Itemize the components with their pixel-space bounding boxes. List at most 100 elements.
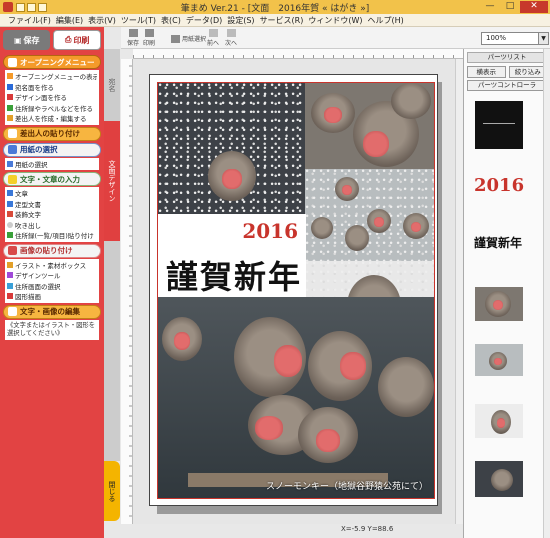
image-item-design-tool[interactable]: デザインツール xyxy=(7,270,97,281)
menu-window[interactable]: ウィンドウ(W) xyxy=(308,15,362,26)
thumb-greeting[interactable]: 謹賀新年 xyxy=(474,234,522,251)
paper-icon xyxy=(7,160,13,167)
caption-text[interactable]: スノーモンキー（地獄谷野猿公苑にて） xyxy=(266,479,428,492)
screen-icon xyxy=(7,282,13,289)
text-item-decorative[interactable]: 装飾文字 xyxy=(7,209,97,220)
paper-select-header[interactable]: 用紙の選択 xyxy=(3,142,101,157)
paper-icon xyxy=(171,34,180,43)
sender-paste-button[interactable]: 差出人の貼り付け xyxy=(3,126,101,141)
maximize-button[interactable]: □ xyxy=(500,1,520,13)
thumb-photo-branch[interactable] xyxy=(475,404,523,438)
thumb-photo-group[interactable] xyxy=(475,287,523,321)
tab-address[interactable]: 宛名 xyxy=(104,49,120,121)
text-item-sentence[interactable]: 文章 xyxy=(7,188,97,199)
quick-tool-icon[interactable] xyxy=(38,2,47,12)
opening-item-addressbook[interactable]: 住所録やラベルなどを作る xyxy=(7,103,97,114)
addressbook-icon xyxy=(7,104,13,111)
photo-monkey-group[interactable] xyxy=(305,83,434,169)
greeting-text-block[interactable]: 2016 謹賀新年 xyxy=(158,214,306,297)
toolbar: 保存 印刷 用紙選択 前へ 次へ 100% ▼ xyxy=(121,27,550,49)
text-icon xyxy=(8,174,17,184)
menu-data[interactable]: データ(D) xyxy=(186,15,222,26)
paper-select-button[interactable]: 用紙選択 xyxy=(171,32,206,45)
quick-tool-icon[interactable] xyxy=(16,2,25,12)
image-item-illust[interactable]: イラスト・素材ボックス xyxy=(7,260,97,271)
next-icon xyxy=(226,29,236,37)
prev-icon xyxy=(208,29,218,37)
show-all-button[interactable]: 横表示 xyxy=(467,66,506,78)
balloon-icon xyxy=(7,221,13,228)
illust-icon xyxy=(7,261,13,268)
menu-view[interactable]: 表示(V) xyxy=(88,15,116,26)
quick-tool-icon[interactable] xyxy=(27,2,36,12)
addressbook-icon xyxy=(7,232,13,239)
quick-access-toolbar xyxy=(16,2,47,12)
image-paste-header[interactable]: 画像の貼り付け xyxy=(3,243,101,258)
menu-file[interactable]: ファイル(F) xyxy=(8,15,51,26)
opening-item-address[interactable]: 宛名面を作る xyxy=(7,82,97,93)
opening-item-show[interactable]: オープニングメニューの表示 xyxy=(7,71,97,82)
parts-controller-button[interactable]: パーツコントローラ xyxy=(467,80,547,91)
edit-icon xyxy=(8,307,17,316)
menu-settings[interactable]: 設定(S) xyxy=(227,15,254,26)
paper-select-item[interactable]: 用紙の選択 xyxy=(7,159,97,170)
thumb-black-text[interactable] xyxy=(475,101,523,149)
minimize-button[interactable]: — xyxy=(480,1,500,13)
address-icon xyxy=(7,83,13,90)
photo-monkey-bath[interactable] xyxy=(305,169,434,261)
paper-icon xyxy=(8,145,17,154)
menu-edit[interactable]: 編集(E) xyxy=(56,15,83,26)
edit-note: 《文字またはイラスト・図形を選択してください》 xyxy=(5,319,99,340)
thumb-photo-hotspring[interactable] xyxy=(475,461,523,497)
tab-design[interactable]: 文面デザイン xyxy=(104,121,120,241)
parts-list-scrollbar[interactable] xyxy=(543,49,550,538)
opening-item-sender[interactable]: 差出人を作成・編集する xyxy=(7,113,97,124)
floppy-icon: ▣ xyxy=(13,35,22,45)
shape-icon xyxy=(7,293,13,300)
narrow-button[interactable]: 絞り込み xyxy=(508,66,547,78)
text-item-addressbook-paste[interactable]: 住所録(一覧/項目)貼り付け xyxy=(7,230,97,241)
next-button[interactable]: 次へ xyxy=(225,29,237,47)
thumb-year[interactable]: 2016 xyxy=(474,175,524,196)
year-text[interactable]: 2016 xyxy=(242,219,298,243)
canvas-scrollbar[interactable] xyxy=(455,59,463,524)
thumb-photo-bath[interactable] xyxy=(475,344,523,376)
image-item-shape[interactable]: 図形描画 xyxy=(7,291,97,302)
parts-list-panel: パーツリスト 横表示 絞り込み パーツコントローラ 2016 謹賀新年 xyxy=(463,49,550,538)
opening-item-design[interactable]: デザイン面を作る xyxy=(7,92,97,103)
menu-help[interactable]: ヘルプ(H) xyxy=(368,15,404,26)
toolbar-print-button[interactable]: 印刷 xyxy=(143,29,155,47)
text-section: 文字・文章の入力 文章 定型文書 装飾文字 吹き出し 住所録(一覧/項目)貼り付… xyxy=(3,172,101,242)
tab-spacer xyxy=(104,241,120,461)
text-input-header[interactable]: 文字・文章の入力 xyxy=(3,172,101,186)
app-icon xyxy=(3,2,13,12)
photo-monkey-hotspring[interactable] xyxy=(158,297,434,498)
printer-icon: ⎙ xyxy=(65,35,72,44)
printer-icon xyxy=(144,29,154,37)
save-button[interactable]: ▣ 保存 xyxy=(3,30,51,50)
edit-header[interactable]: 文字・画像の編集 xyxy=(3,304,101,319)
horizontal-ruler xyxy=(133,49,463,59)
sentence-icon xyxy=(7,190,13,197)
menu-service[interactable]: サービス(R) xyxy=(260,15,304,26)
zoom-select[interactable]: 100% ▼ xyxy=(481,32,549,45)
sender-icon xyxy=(8,129,17,138)
menu-table[interactable]: 表(C) xyxy=(161,15,181,26)
prev-button[interactable]: 前へ xyxy=(207,29,219,47)
text-item-balloon[interactable]: 吹き出し xyxy=(7,220,97,231)
menu-tools[interactable]: ツール(T) xyxy=(121,15,156,26)
postcard-design[interactable]: 2016 謹賀新年 スノーモンキー（地獄谷野猿公苑にて） xyxy=(157,82,435,499)
decorative-text-icon xyxy=(7,211,13,218)
photo-monkey-snow[interactable] xyxy=(158,83,305,214)
close-button[interactable]: ✕ xyxy=(520,1,548,13)
image-item-screen-select[interactable]: 住所画面の選択 xyxy=(7,281,97,292)
greeting-text[interactable]: 謹賀新年 xyxy=(166,252,302,298)
sender-icon xyxy=(7,115,13,122)
opening-menu-header[interactable]: オープニングメニュー xyxy=(3,55,101,69)
image-section: 画像の貼り付け イラスト・素材ボックス デザインツール 住所画面の選択 図形描画 xyxy=(3,243,101,303)
panel-close-tab[interactable]: 閉じる xyxy=(104,461,120,521)
toolbar-save-button[interactable]: 保存 xyxy=(127,29,139,47)
text-item-template[interactable]: 定型文書 xyxy=(7,199,97,210)
paper-section: 用紙の選択 用紙の選択 xyxy=(3,142,101,170)
print-button[interactable]: ⎙ 印刷 xyxy=(53,30,101,50)
